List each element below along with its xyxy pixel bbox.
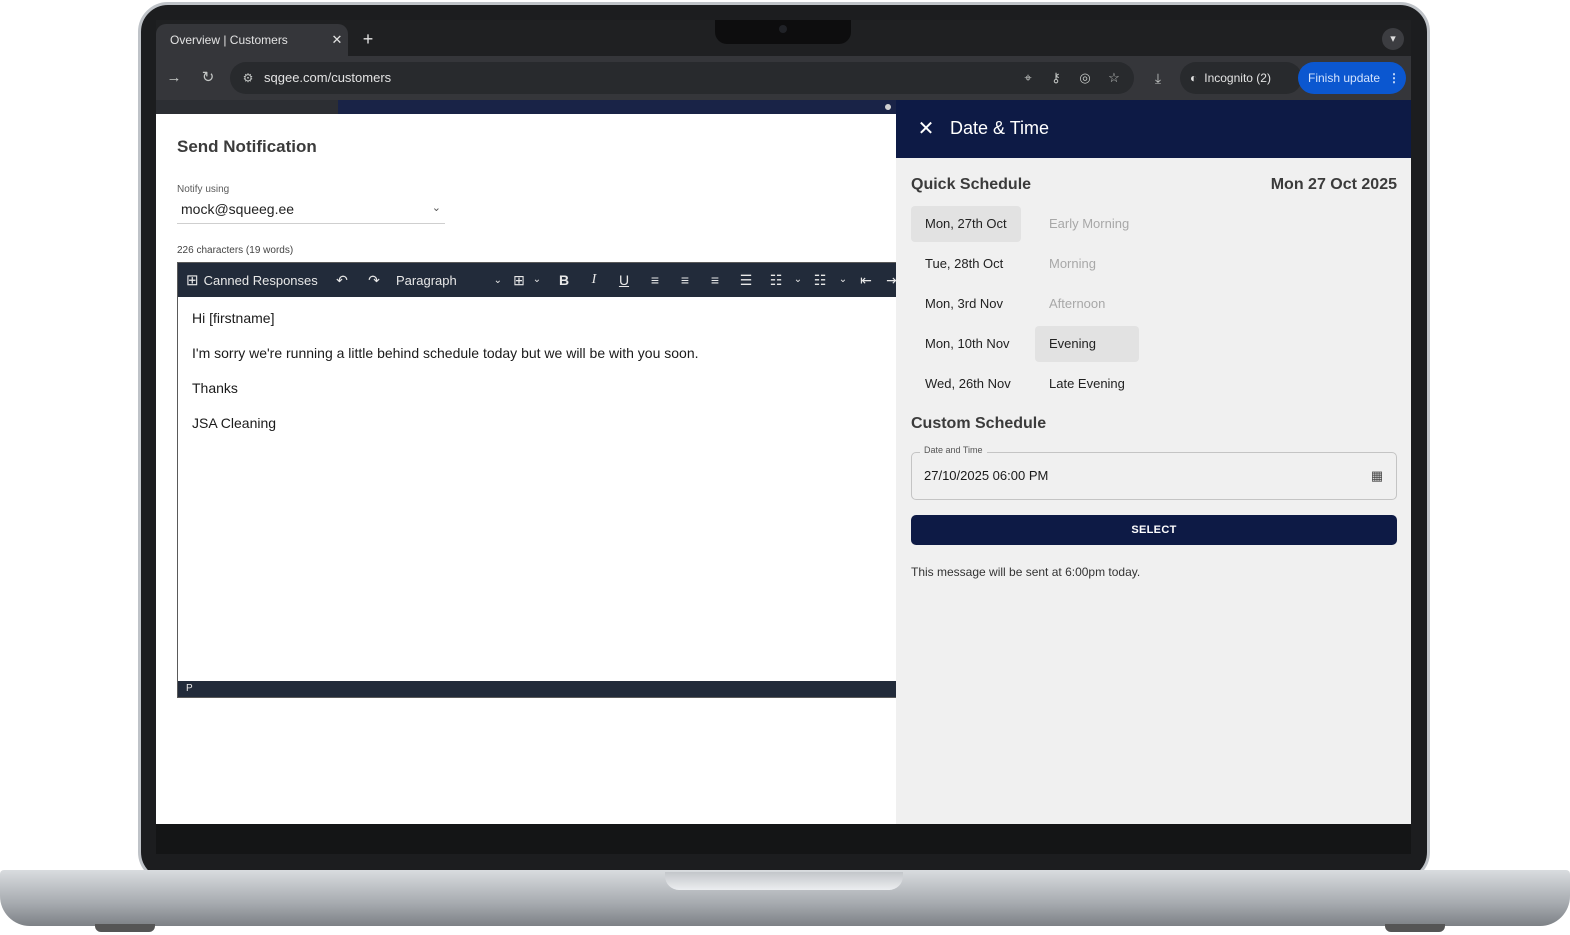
editor-content[interactable]: Hi [firstname] I'm sorry we're running a… (178, 297, 897, 681)
close-tab-icon[interactable]: ✕ (326, 32, 348, 48)
bullet-list-icon[interactable]: ☷ (766, 270, 786, 290)
camera-notch (715, 20, 851, 44)
eye-off-icon[interactable]: ◎ (1075, 68, 1095, 88)
undo-icon[interactable]: ↶ (332, 270, 352, 290)
editor-paragraph: JSA Cleaning (192, 415, 277, 431)
chevron-down-icon[interactable]: ⌄ (833, 270, 853, 290)
add-comment-icon: ⊞ (186, 272, 199, 289)
laptop-base-notch (665, 872, 903, 890)
paragraph-format-select[interactable]: Paragraph ⌄ (396, 263, 502, 297)
date-time-field[interactable]: Date and Time 27/10/2025 06:00 PM ▦ (911, 445, 1397, 500)
key-icon[interactable]: ⚷ (1046, 68, 1066, 88)
more-vert-icon: ⋮ (1388, 71, 1401, 85)
site-settings-icon[interactable]: ⚙ (239, 69, 257, 87)
redo-icon[interactable]: ↷ (364, 270, 384, 290)
address-bar[interactable]: ⚙ sqgee.com/customers ⌖ ⚷ ◎ ☆ (230, 62, 1134, 94)
canned-responses-label: Canned Responses (203, 272, 318, 288)
calendar-icon[interactable]: ▦ (1368, 467, 1386, 485)
day-option[interactable]: Wed, 26th Nov (911, 366, 1021, 402)
paragraph-label: Paragraph (396, 272, 457, 288)
time-option[interactable]: Evening (1035, 326, 1139, 362)
notify-using-value: mock@squeeg.ee (181, 201, 295, 217)
incognito-button[interactable]: ◐ Incognito (2) (1180, 62, 1302, 94)
numbered-list-icon[interactable]: ☷ (810, 270, 830, 290)
outdent-icon[interactable]: ⇤ (856, 270, 876, 290)
editor-paragraph: Thanks (192, 380, 238, 396)
time-option[interactable]: Morning (1035, 246, 1139, 282)
browser-toolbar: → ↻ ⚙ sqgee.com/customers ⌖ ⚷ ◎ ☆ ⤓ ◐ In… (156, 56, 1411, 100)
character-count: 226 characters (19 words) (177, 245, 294, 256)
tab-search-icon[interactable]: ▾ (1382, 28, 1404, 50)
page-title: Send Notification (177, 137, 317, 156)
forward-icon[interactable]: → (164, 68, 184, 88)
select-button[interactable]: SELECT (911, 515, 1397, 545)
date-time-drawer: ✕ Date & Time Quick Schedule Mon 27 Oct … (896, 100, 1411, 824)
rich-text-editor: ⊞ Canned Responses ↶ ↷ Paragraph ⌄ ⊞ ⌄ B… (177, 262, 898, 698)
send-notification-panel: Send Notification Notify using mock@sque… (156, 114, 898, 824)
underline-icon[interactable]: U (614, 270, 634, 290)
table-icon[interactable]: ⊞ (509, 270, 529, 290)
strip-dot (885, 104, 891, 110)
laptop-foot-left (95, 924, 155, 932)
chevron-down-icon[interactable]: ⌄ (527, 270, 547, 290)
star-icon[interactable]: ☆ (1104, 68, 1124, 88)
chevron-down-icon: ⌄ (493, 274, 502, 286)
current-date: Mon 27 Oct 2025 (1270, 176, 1397, 193)
canned-responses-button[interactable]: ⊞ Canned Responses (186, 263, 318, 297)
day-option[interactable]: Mon, 27th Oct (911, 206, 1021, 242)
drawer-title: Date & Time (950, 118, 1050, 138)
incognito-icon: ◐ (1190, 71, 1198, 85)
element-path[interactable]: P (186, 683, 193, 694)
italic-icon[interactable]: I (584, 270, 604, 290)
align-center-icon[interactable]: ≡ (675, 270, 695, 290)
date-time-value: 27/10/2025 06:00 PM (924, 468, 1049, 483)
day-option[interactable]: Mon, 10th Nov (911, 326, 1021, 362)
bold-icon[interactable]: B (554, 270, 574, 290)
incognito-label: Incognito (2) (1204, 71, 1271, 85)
quick-schedule-title: Quick Schedule (911, 176, 1032, 193)
time-option[interactable]: Early Morning (1035, 206, 1139, 242)
finish-update-button[interactable]: Finish update ⋮ (1298, 62, 1406, 94)
finish-update-label: Finish update (1308, 71, 1381, 85)
location-off-icon[interactable]: ⌖ (1018, 68, 1038, 88)
date-time-label: Date and Time (920, 445, 987, 455)
day-option[interactable]: Mon, 3rd Nov (911, 286, 1021, 322)
screen: Overview | Customers ✕ + ▾ → ↻ ⚙ sqgee.c… (156, 20, 1411, 824)
tab-title: Overview | Customers (170, 33, 288, 47)
align-left-icon[interactable]: ≡ (645, 270, 665, 290)
day-option[interactable]: Tue, 28th Oct (911, 246, 1021, 282)
browser-tab[interactable]: Overview | Customers ✕ (156, 24, 348, 56)
new-tab-button[interactable]: + (356, 28, 380, 52)
reload-icon[interactable]: ↻ (198, 68, 218, 88)
download-icon[interactable]: ⤓ (1148, 68, 1168, 88)
notify-using-select[interactable]: mock@squeeg.ee ⌄ (177, 198, 445, 224)
page-top-strip-dark (156, 100, 338, 114)
align-justify-icon[interactable]: ☰ (736, 270, 756, 290)
align-right-icon[interactable]: ≡ (705, 270, 725, 290)
page-content: Send Notification Notify using mock@sque… (156, 100, 1411, 824)
url-text[interactable]: sqgee.com/customers (264, 70, 391, 85)
send-time-note: This message will be sent at 6:00pm toda… (911, 565, 1141, 579)
time-option[interactable]: Afternoon (1035, 286, 1139, 322)
chevron-down-icon[interactable]: ⌄ (788, 270, 808, 290)
time-option[interactable]: Late Evening (1035, 366, 1139, 402)
drawer-header: ✕ Date & Time (896, 100, 1411, 158)
editor-toolbar: ⊞ Canned Responses ↶ ↷ Paragraph ⌄ ⊞ ⌄ B… (178, 263, 898, 297)
editor-paragraph: Hi [firstname] (192, 310, 275, 326)
notify-using-label: Notify using (177, 184, 230, 195)
editor-paragraph: I'm sorry we're running a little behind … (192, 345, 699, 361)
close-icon[interactable]: ✕ (914, 117, 938, 141)
laptop-foot-right (1385, 924, 1445, 932)
editor-statusbar: P (178, 681, 897, 697)
screen-bezel-bottom (156, 824, 1411, 854)
custom-schedule-title: Custom Schedule (911, 415, 1047, 432)
chevron-down-icon: ⌄ (431, 202, 441, 214)
